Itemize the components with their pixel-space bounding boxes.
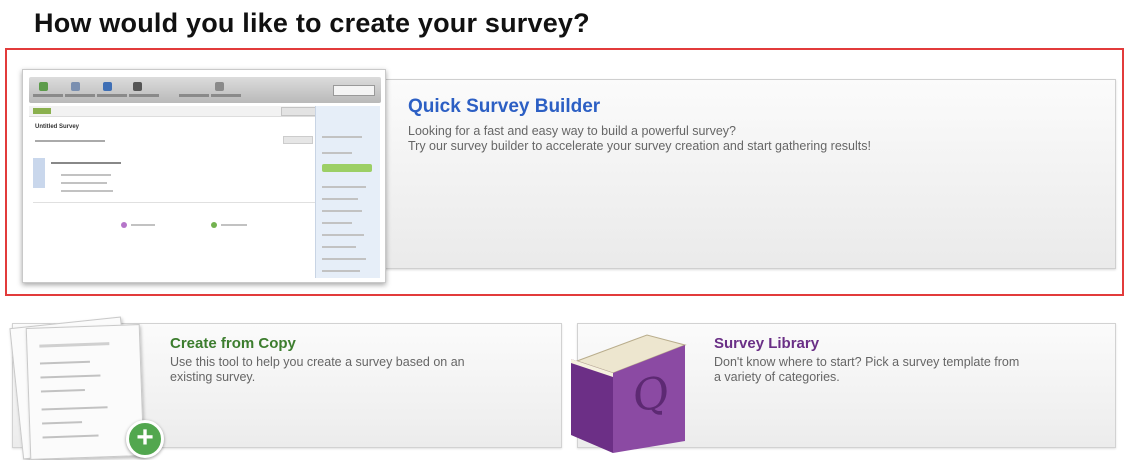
thumbnail-search-box [333,85,375,96]
thumbnail-toolbar [29,77,381,103]
toolbar-icon [103,82,112,91]
create-from-copy-title[interactable]: Create from Copy [170,335,296,352]
thumb-line [131,224,155,226]
paper-line [39,360,90,365]
paper-line [40,374,101,379]
description-line: a variety of categories. [714,370,840,384]
paper-line [41,406,108,411]
thumbnail-sidebar [315,106,380,278]
create-from-copy-title-text: Create from Copy [170,335,296,352]
thumb-line [322,258,366,260]
thumb-dot [121,222,127,228]
thumb-divider [33,202,321,203]
thumb-line [322,198,358,200]
toolbar-label [65,94,95,97]
description-line: Looking for a fast and easy way to build… [408,124,736,138]
thumb-dot [211,222,217,228]
thumb-line [61,182,107,184]
create-from-copy-description: Use this tool to help you create a surve… [170,355,465,385]
quick-survey-builder-description: Looking for a fast and easy way to build… [408,124,871,154]
book-letter: Q [633,367,669,423]
thumb-line [61,174,111,176]
survey-library-description: Don't know where to start? Pick a survey… [714,355,1019,385]
thumbnail-dropdown [281,107,317,116]
plus-icon: + [126,420,164,458]
paper-line [42,421,83,425]
thumb-line [221,224,247,226]
toolbar-label [179,94,209,97]
survey-builder-screenshot-icon[interactable]: Untitled Survey [22,69,386,283]
thumb-line [35,140,105,142]
thumb-line [322,222,352,224]
survey-library-title-text: Survey Library [714,335,820,352]
survey-library-title[interactable]: Survey Library [714,335,819,352]
thumb-line [322,152,352,154]
toolbar-icon [39,82,48,91]
paper-line [39,342,110,348]
thumb-line [322,210,362,212]
quick-survey-builder-title[interactable]: Quick Survey Builder [408,96,600,118]
toolbar-label [129,94,159,97]
paper-line [42,434,99,439]
toolbar-icon [133,82,142,91]
thumbnail-tab-strip [29,106,325,117]
thumb-button [283,136,313,144]
thumbnail-survey-canvas: Untitled Survey [33,124,321,274]
description-line: existing survey. [170,370,256,384]
thumb-line [322,246,356,248]
description-line: Try our survey builder to accelerate you… [408,139,871,153]
thumb-line [61,190,113,192]
paper-line [40,389,85,393]
description-line: Use this tool to help you create a surve… [170,355,465,369]
thumb-question-number [33,158,45,188]
thumb-line [322,270,360,272]
thumb-line [51,162,121,164]
description-line: Don't know where to start? Pick a survey… [714,355,1020,369]
toolbar-icon [215,82,224,91]
thumb-line [322,234,364,236]
thumb-line [322,186,366,188]
survey-library-book-icon[interactable]: Q [567,331,697,453]
toolbar-label [211,94,241,97]
thumbnail-survey-title: Untitled Survey [35,124,80,130]
toolbar-icon [71,82,80,91]
toolbar-label [97,94,127,97]
thumb-line [322,136,362,138]
page-title: How would you like to create your survey… [34,8,590,38]
thumb-green-button [322,164,372,172]
toolbar-label [33,94,63,97]
thumbnail-tab [33,108,51,114]
